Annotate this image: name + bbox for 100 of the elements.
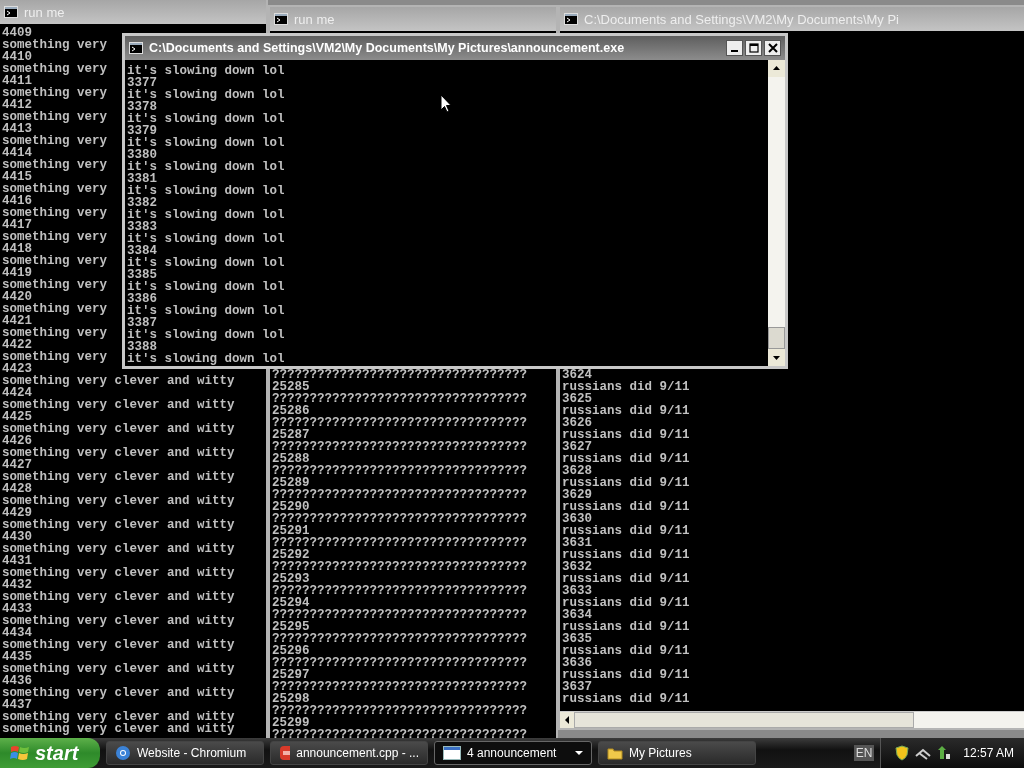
console-line: 4412	[2, 99, 32, 111]
console-line: 4424	[2, 387, 32, 399]
console-line: 3627	[562, 441, 592, 453]
window-title: C:\Documents and Settings\VM2\My Documents\My Pi	[584, 11, 899, 27]
console-line: 4429	[2, 507, 32, 519]
window-icon	[443, 746, 461, 760]
maximize-button[interactable]	[745, 40, 762, 56]
taskbar-button[interactable]: announcement.cpp - ...	[270, 741, 428, 765]
taskbar-button[interactable]: 4 announcement	[434, 741, 592, 765]
console-line: 3628	[562, 465, 592, 477]
start-button[interactable]: start	[0, 738, 100, 768]
console-line: 3387	[127, 317, 157, 329]
console-icon	[564, 13, 578, 25]
console-line: russians did 9/11	[562, 645, 690, 657]
scroll-thumb[interactable]	[768, 327, 785, 349]
console-line: 4415	[2, 171, 32, 183]
console-line: something very clever and witty	[2, 447, 235, 459]
language-indicator[interactable]: EN	[853, 745, 875, 761]
console-line: 3385	[127, 269, 157, 281]
console-line: ??????????????????????????????????	[272, 489, 528, 501]
console-line: 3377	[127, 77, 157, 89]
console-line: something very clever and witty	[2, 639, 235, 651]
console-line: something very clever and witty	[2, 723, 235, 735]
console-line: 4427	[2, 459, 32, 471]
console-line: 4417	[2, 219, 32, 231]
console-line: 25289	[272, 477, 310, 489]
console-line: 25285	[272, 381, 310, 393]
console-line: it's slowing down lol	[127, 329, 285, 341]
console-line: something very	[2, 279, 108, 291]
console-line: 4436	[2, 675, 32, 687]
taskbar-button[interactable]: My Pictures	[598, 741, 756, 765]
console-line: 4411	[2, 75, 32, 87]
console-line: 25299	[272, 717, 310, 729]
console-line: 3632	[562, 561, 592, 573]
horizontal-scrollbar[interactable]	[560, 711, 1024, 728]
console-line: 25297	[272, 669, 310, 681]
console-line: it's slowing down lol	[127, 209, 285, 221]
title-bar[interactable]: C:\Documents and Settings\VM2\My Documents\My Pictures\announcement.exe	[125, 36, 785, 60]
arrow-icon[interactable]	[937, 745, 952, 761]
scroll-down-icon[interactable]	[768, 349, 785, 366]
console-line: ??????????????????????????????????	[272, 537, 528, 549]
console-line: ??????????????????????????????????	[272, 441, 528, 453]
console-line: ??????????????????????????????????	[272, 729, 528, 738]
console-line: 25295	[272, 621, 310, 633]
console-line: 4413	[2, 123, 32, 135]
console-line: something very clever and witty	[2, 615, 235, 627]
network-icon[interactable]	[915, 746, 932, 760]
console-line: something very clever and witty	[2, 663, 235, 675]
taskbar-button[interactable]: Website - Chromium	[106, 741, 264, 765]
console-line: 4431	[2, 555, 32, 567]
vertical-scrollbar[interactable]	[768, 60, 785, 366]
console-line: 3386	[127, 293, 157, 305]
console-line: 4420	[2, 291, 32, 303]
console-line: ??????????????????????????????????	[272, 369, 528, 381]
console-line: it's slowing down lol	[127, 137, 285, 149]
console-line: something very clever and witty	[2, 687, 235, 699]
clock[interactable]: 12:57 AM	[963, 746, 1014, 760]
scroll-left-icon[interactable]	[560, 712, 574, 728]
close-button[interactable]	[764, 40, 781, 56]
console-line: ??????????????????????????????????	[272, 657, 528, 669]
console-line: 4426	[2, 435, 32, 447]
console-line: 25287	[272, 429, 310, 441]
minimize-icon	[731, 50, 738, 52]
console-line: 4432	[2, 579, 32, 591]
console-line: 3629	[562, 489, 592, 501]
scroll-thumb[interactable]	[574, 712, 914, 728]
window-title: run me	[294, 11, 335, 27]
scroll-up-icon[interactable]	[768, 60, 785, 77]
console-line: 4416	[2, 195, 32, 207]
shield-icon[interactable]	[895, 745, 910, 761]
console-line: 4419	[2, 267, 32, 279]
console-line: something very clever and witty	[2, 495, 235, 507]
console-line: it's slowing down lol	[127, 161, 285, 173]
console-line: 4421	[2, 315, 32, 327]
console-line: 25291	[272, 525, 310, 537]
console-line: something very	[2, 39, 108, 51]
console-line: it's slowing down lol	[127, 353, 285, 365]
console-line: 3633	[562, 585, 592, 597]
console-line: something very	[2, 159, 108, 171]
console-line: something very	[2, 183, 108, 195]
console-line: 3380	[127, 149, 157, 161]
console-line: 25298	[272, 693, 310, 705]
console-line: 4437	[2, 699, 32, 711]
console-line: 4425	[2, 411, 32, 423]
close-icon	[767, 43, 778, 53]
console-icon	[4, 6, 18, 18]
console-line: 3631	[562, 537, 592, 549]
console-line: 3624	[562, 369, 592, 381]
console-line: it's slowing down lol	[127, 185, 285, 197]
console-line: something very	[2, 63, 108, 75]
console-line: 4430	[2, 531, 32, 543]
console-line: 3634	[562, 609, 592, 621]
console-line: ??????????????????????????????????	[272, 633, 528, 645]
console-line: russians did 9/11	[562, 573, 690, 585]
console-line: 4409	[2, 27, 32, 39]
console-line: something very clever and witty	[2, 471, 235, 483]
console-line: something very	[2, 255, 108, 267]
minimize-button[interactable]	[726, 40, 743, 56]
console-line: ??????????????????????????????????	[272, 417, 528, 429]
console-line: 3388	[127, 341, 157, 353]
